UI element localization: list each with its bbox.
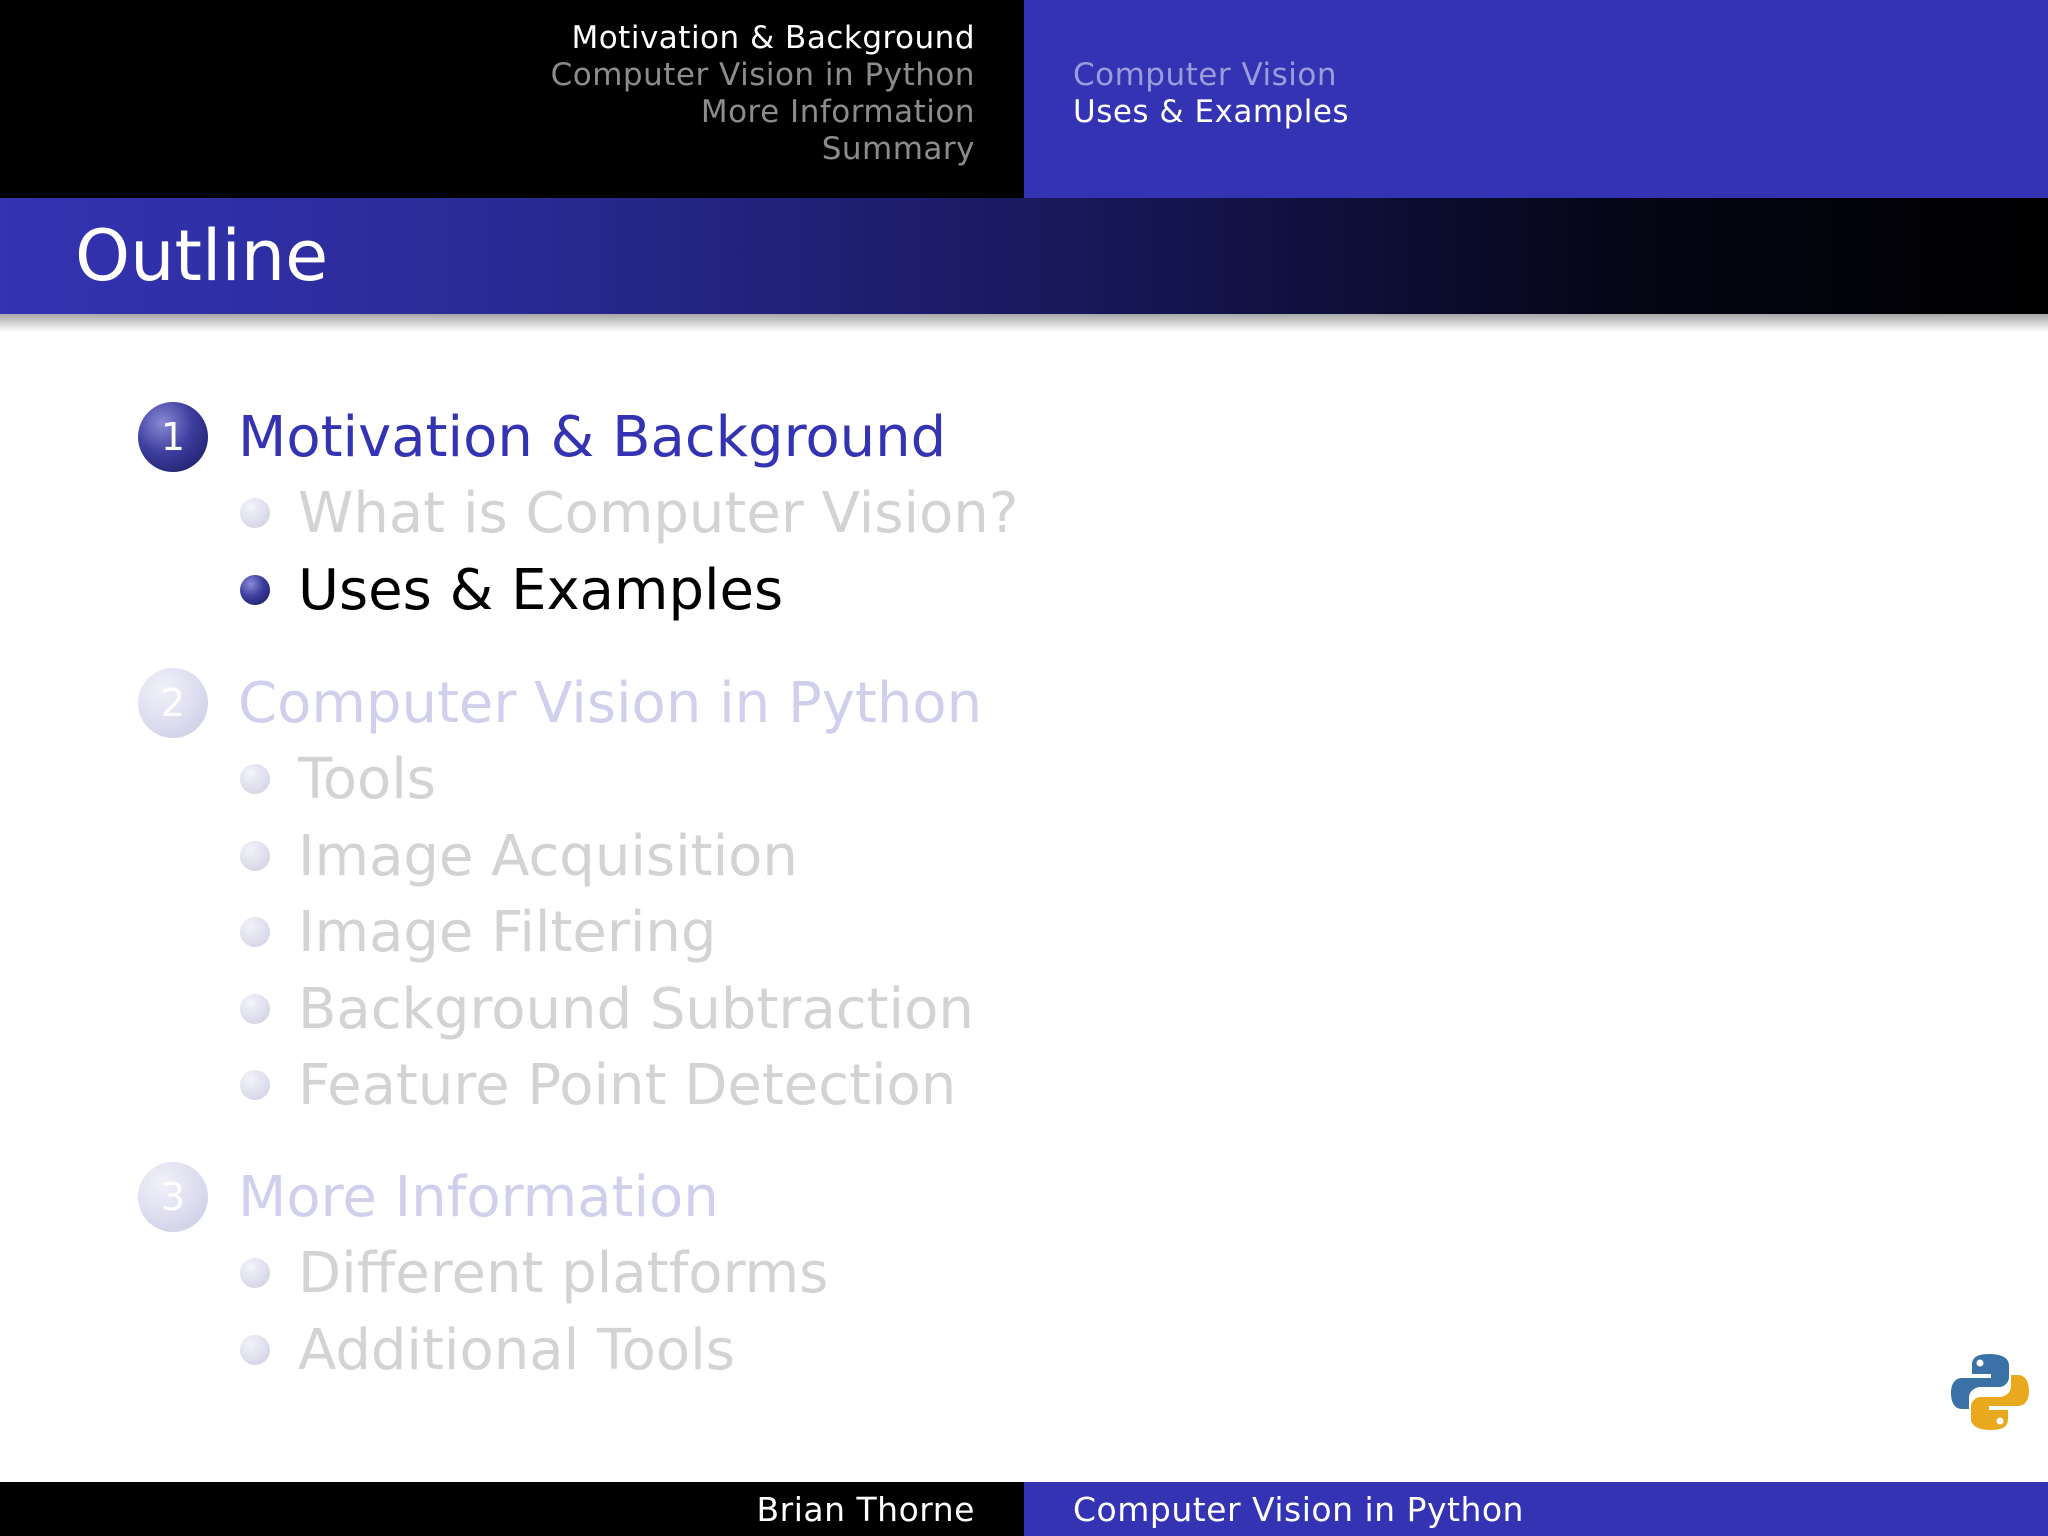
outline-section-2[interactable]: 2 Computer Vision in Python (138, 665, 982, 741)
outline-section-3[interactable]: 3 More Information (138, 1159, 719, 1235)
outline-subsection-label: Image Acquisition (298, 823, 798, 889)
outline-subsection[interactable]: Feature Point Detection (240, 1050, 956, 1120)
section-navigation: Motivation & Background Computer Vision … (0, 0, 1024, 198)
nav-section-cv-python[interactable]: Computer Vision in Python (551, 57, 975, 94)
title-bar-shadow (0, 314, 2048, 332)
bullet-icon (240, 1258, 270, 1288)
bullet-icon (240, 841, 270, 871)
outline-subsection-current[interactable]: Uses & Examples (240, 555, 783, 625)
outline-section-1[interactable]: 1 Motivation & Background (138, 399, 946, 475)
subsection-list: Computer Vision Uses & Examples (1073, 57, 1349, 131)
outline-subsection-label: Additional Tools (298, 1317, 735, 1383)
python-logo-icon (1951, 1354, 2029, 1430)
bullet-icon (240, 994, 270, 1024)
nav-section-motivation[interactable]: Motivation & Background (551, 20, 975, 57)
bullet-icon (240, 1070, 270, 1100)
nav-subsection-computer-vision[interactable]: Computer Vision (1073, 57, 1349, 94)
outline-subsection[interactable]: Image Filtering (240, 897, 716, 967)
outline-subsection[interactable]: Additional Tools (240, 1315, 735, 1385)
bullet-icon (240, 498, 270, 528)
outline-subsection-label: Feature Point Detection (298, 1052, 957, 1118)
nav-section-summary[interactable]: Summary (551, 131, 975, 168)
footer-author: Brian Thorne (756, 1490, 975, 1529)
outline-subsection[interactable]: Background Subtraction (240, 974, 974, 1044)
section-number-ball: 3 (138, 1162, 208, 1232)
outline-subsection-label: Different platforms (298, 1240, 829, 1306)
outline-subsection[interactable]: Different platforms (240, 1238, 828, 1308)
outline-subsection-label: Uses & Examples (298, 557, 784, 623)
bullet-icon (240, 575, 270, 605)
frame-title-bar: Outline (0, 198, 2048, 314)
section-list: Motivation & Background Computer Vision … (551, 20, 975, 168)
outline-section-label: Computer Vision in Python (238, 670, 983, 736)
bullet-icon (240, 1335, 270, 1365)
section-number-ball: 2 (138, 668, 208, 738)
bullet-icon (240, 917, 270, 947)
outline-subsection[interactable]: Image Acquisition (240, 821, 798, 891)
section-number-ball: 1 (138, 402, 208, 472)
outline-subsection-label: Background Subtraction (298, 976, 974, 1042)
outline-subsection[interactable]: What is Computer Vision? (240, 478, 1019, 548)
outline-subsection-label: Image Filtering (298, 899, 717, 965)
slide: Motivation & Background Computer Vision … (0, 0, 2048, 1536)
footer-title: Computer Vision in Python (1073, 1490, 1524, 1529)
subsection-navigation: Computer Vision Uses & Examples (1024, 0, 2048, 198)
nav-section-more-info[interactable]: More Information (551, 94, 975, 131)
frame-title: Outline (75, 215, 329, 297)
outline-subsection-label: Tools (298, 746, 436, 812)
nav-subsection-uses-examples[interactable]: Uses & Examples (1073, 94, 1349, 131)
footer-title-bar: Computer Vision in Python (1024, 1482, 2048, 1536)
bullet-icon (240, 764, 270, 794)
outline-subsection[interactable]: Tools (240, 744, 436, 814)
outline-subsection-label: What is Computer Vision? (298, 480, 1019, 546)
footer-author-bar: Brian Thorne (0, 1482, 1024, 1536)
outline-section-label: Motivation & Background (238, 404, 947, 470)
outline-section-label: More Information (238, 1164, 719, 1230)
